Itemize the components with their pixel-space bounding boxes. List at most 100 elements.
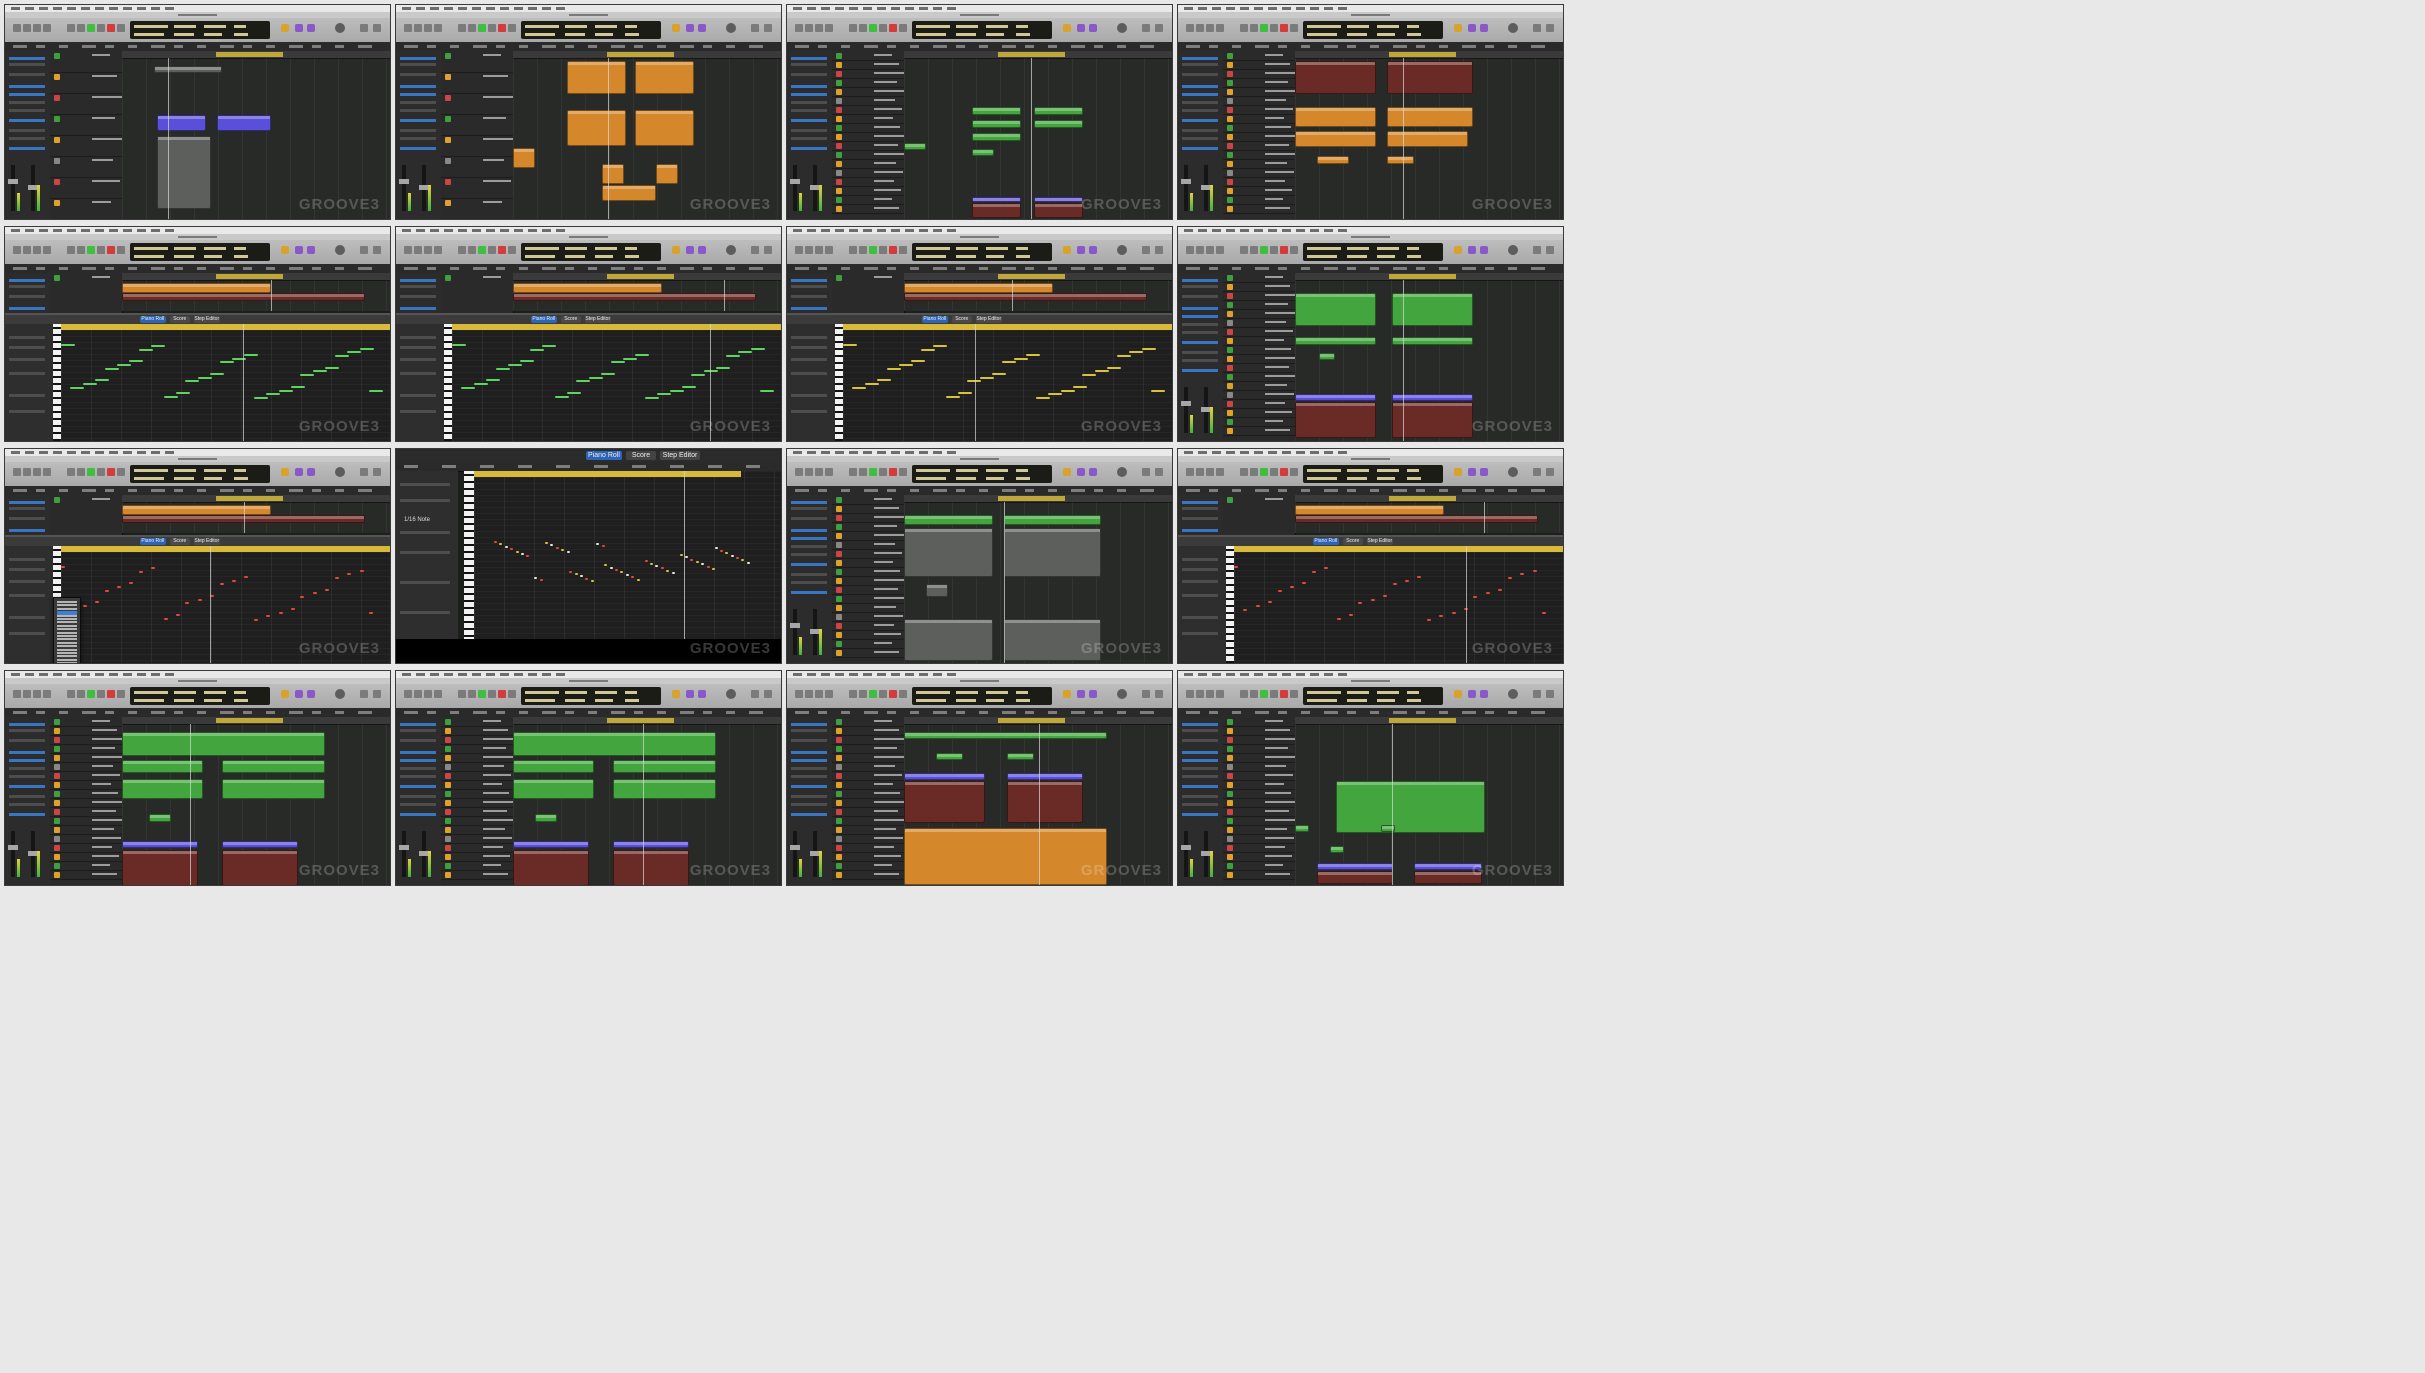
local-menu-item[interactable] [1025, 45, 1034, 48]
play-button[interactable] [87, 246, 95, 254]
menu-item[interactable] [1226, 229, 1235, 232]
region[interactable] [972, 133, 1021, 141]
menu-item[interactable] [1310, 451, 1319, 454]
menu-item[interactable] [402, 7, 411, 10]
midi-note[interactable] [244, 354, 258, 356]
local-menu-item[interactable] [1462, 711, 1476, 714]
local-menu-item[interactable] [864, 45, 878, 48]
midi-note[interactable] [494, 541, 497, 543]
quantize-field[interactable] [1182, 616, 1218, 619]
cycle-toggle[interactable] [295, 468, 303, 476]
region[interactable] [1034, 203, 1083, 218]
track-name[interactable] [1265, 285, 1290, 287]
local-menu-item[interactable] [1531, 267, 1545, 270]
menu-item[interactable] [416, 673, 425, 676]
library-button[interactable] [1533, 246, 1541, 254]
midi-note[interactable] [1243, 609, 1247, 611]
local-menu-item[interactable] [197, 45, 206, 48]
track-name[interactable] [874, 729, 899, 731]
local-menu-item[interactable] [289, 45, 303, 48]
fader-knob[interactable] [790, 845, 800, 850]
transport-button[interactable] [43, 24, 51, 32]
count-in-toggle[interactable] [672, 24, 680, 32]
metronome-toggle[interactable] [698, 246, 706, 254]
menu-item[interactable] [500, 229, 509, 232]
transport-button[interactable] [67, 690, 75, 698]
region[interactable] [1295, 293, 1376, 326]
track-name[interactable] [874, 792, 900, 794]
track-name[interactable] [92, 774, 120, 776]
local-menu-item[interactable] [36, 45, 45, 48]
menu-item[interactable] [39, 7, 48, 10]
local-menu-item[interactable] [588, 45, 597, 48]
transport-button[interactable] [859, 246, 867, 254]
region[interactable] [1317, 871, 1393, 884]
inspector-field[interactable] [1182, 129, 1218, 132]
region[interactable] [1319, 353, 1335, 360]
region[interactable] [222, 779, 325, 799]
cycle-range[interactable] [606, 274, 674, 279]
midi-note[interactable] [1337, 618, 1341, 620]
local-menu-item[interactable] [680, 711, 694, 714]
inspector-field[interactable] [9, 751, 45, 754]
transport-button[interactable] [117, 468, 125, 476]
track-name[interactable] [874, 516, 906, 518]
midi-note[interactable] [1036, 397, 1050, 399]
transport-button[interactable] [468, 246, 476, 254]
transport-button[interactable] [33, 24, 41, 32]
region[interactable] [1392, 337, 1473, 345]
channel-fader[interactable] [419, 831, 429, 877]
menu-item[interactable] [863, 673, 872, 676]
menu-item[interactable] [793, 451, 802, 454]
transport-button[interactable] [67, 246, 75, 254]
inspector-field[interactable] [9, 739, 45, 742]
metronome-toggle[interactable] [1089, 24, 1097, 32]
track-name[interactable] [874, 276, 892, 278]
quantize-field[interactable] [9, 394, 45, 397]
transport-button[interactable] [23, 24, 31, 32]
volume-dial[interactable] [726, 23, 736, 33]
midi-note[interactable] [741, 559, 744, 561]
transport-button[interactable] [879, 690, 887, 698]
transport-button[interactable] [1270, 24, 1278, 32]
local-menu-item[interactable] [1094, 45, 1103, 48]
cycle-range[interactable] [215, 274, 283, 279]
menu-item[interactable] [807, 451, 816, 454]
midi-note[interactable] [601, 373, 615, 375]
region[interactable] [513, 760, 594, 773]
local-menu-item[interactable] [427, 45, 436, 48]
play-button[interactable] [1260, 246, 1268, 254]
track-name[interactable] [92, 138, 122, 140]
local-menu-item[interactable] [657, 45, 666, 48]
region[interactable] [513, 850, 589, 885]
menu-item[interactable] [39, 673, 48, 676]
midi-note[interactable] [635, 354, 649, 356]
menu-item[interactable] [137, 673, 146, 676]
midi-note[interactable] [645, 397, 659, 399]
local-menu-item[interactable] [1324, 489, 1338, 492]
region[interactable] [1295, 61, 1376, 94]
menu-item[interactable] [863, 7, 872, 10]
midi-note[interactable] [474, 383, 488, 385]
midi-note[interactable] [300, 596, 304, 598]
local-menu-item[interactable] [13, 711, 27, 714]
inspector-field[interactable] [791, 147, 827, 150]
tab-score[interactable]: Score [951, 316, 972, 323]
menu-item[interactable] [165, 673, 174, 676]
local-menu-item[interactable] [979, 711, 988, 714]
local-menu-item[interactable] [404, 45, 418, 48]
local-menu-item[interactable] [979, 45, 988, 48]
menu-item[interactable] [67, 451, 76, 454]
region[interactable] [926, 584, 948, 597]
track-name[interactable] [1265, 135, 1298, 137]
inspector-field[interactable] [400, 775, 436, 778]
inspector-field[interactable] [9, 785, 45, 788]
local-menu-item[interactable] [1347, 45, 1356, 48]
track-name[interactable] [483, 54, 501, 56]
menu-item[interactable] [849, 7, 858, 10]
local-menu-item[interactable] [496, 267, 505, 270]
region[interactable] [904, 781, 985, 823]
local-menu-item[interactable] [266, 489, 275, 492]
track-name[interactable] [874, 171, 903, 173]
midi-note[interactable] [534, 577, 537, 579]
